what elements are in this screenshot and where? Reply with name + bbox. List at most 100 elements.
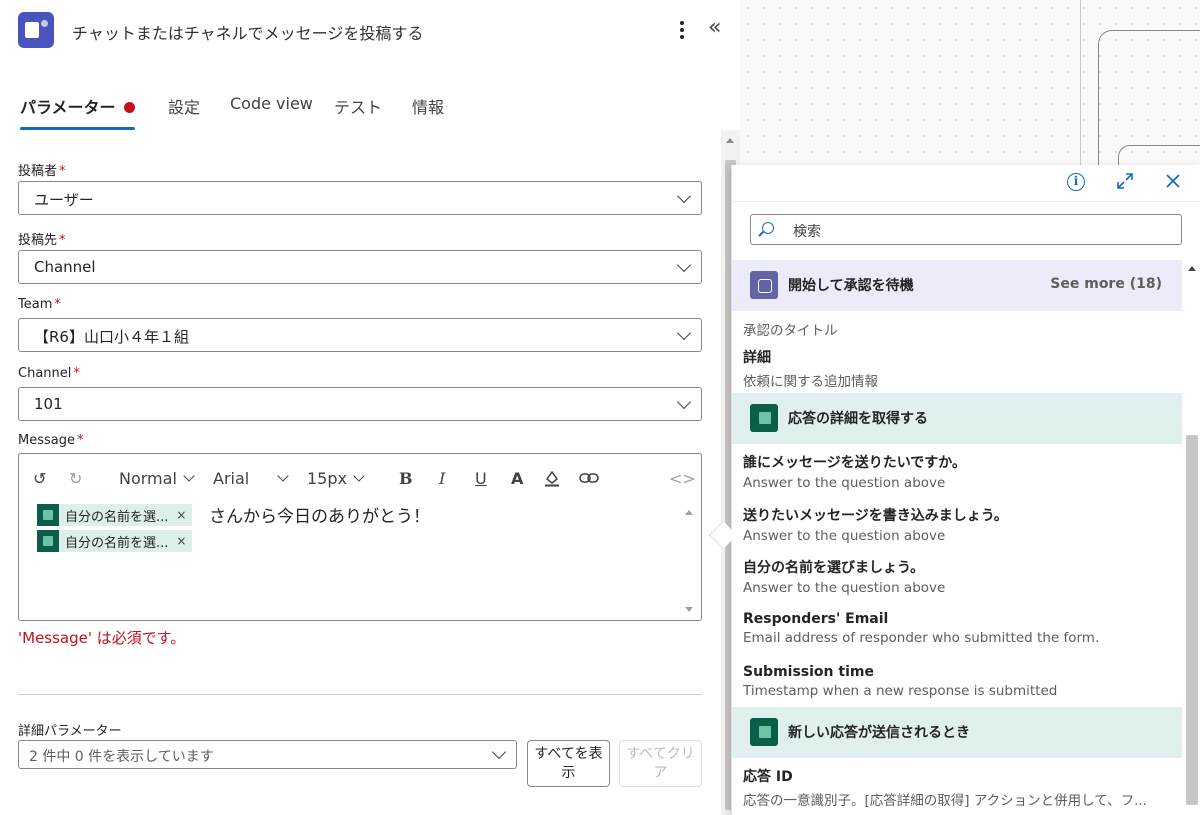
action-title: チャットまたはチャネルでメッセージを投稿する [72,24,424,43]
chevron-down-icon [676,325,692,341]
dynamic-content-search-input[interactable]: 検索 [750,214,1182,245]
message-error-text: 'Message' は必須です。 [18,629,186,647]
dynamic-content-item[interactable]: 送りたいメッセージを書き込みましょう。 Answer to the questi… [743,505,1173,544]
dynamic-token[interactable]: 自分の名前を選... × [37,530,193,552]
font-family-value: Arial [213,468,250,488]
tab-settings[interactable]: 設定 [168,94,200,130]
post-in-value: Channel [34,258,96,276]
dynamic-content-item[interactable]: Submission time Timestamp when a new res… [743,664,1173,699]
more-options-icon[interactable] [672,16,692,44]
section-header-approval[interactable]: 開始して承認を待機 See more (18) [732,260,1182,311]
search-icon [762,222,774,234]
show-all-button[interactable]: すべてを表示 [527,740,610,787]
clear-all-button[interactable]: すべてクリア [619,740,702,787]
tab-parameters[interactable]: パラメーター [20,94,135,130]
underline-icon[interactable]: U [475,466,487,490]
item-description: 依頼に関する追加情報 [743,374,878,390]
message-editor-body[interactable]: 自分の名前を選... × さんから今日のありがとう！ 自分の名前を選... × [19,502,683,620]
highlight-color-icon[interactable] [543,466,561,490]
forms-icon [37,530,59,552]
remove-token-icon[interactable]: × [176,534,186,548]
tab-code-view[interactable]: Code view [230,94,313,130]
item-title: 応答 ID [743,769,793,785]
collapse-panel-icon[interactable]: « [708,15,721,40]
item-title: 送りたいメッセージを書き込みましょう。 [743,508,1008,524]
canvas-connector [1080,0,1081,165]
forms-icon [750,718,778,746]
divider [18,694,702,695]
section-title: 新しい応答が送信されるとき [788,725,970,741]
advanced-params-select[interactable]: 2 件中 0 件を表示しています [18,740,517,769]
link-icon[interactable] [579,466,599,490]
italic-icon[interactable]: I [439,466,445,490]
poster-dropdown[interactable]: ユーザー [18,181,702,215]
message-editor[interactable]: ↺ ↻ Normal Arial 15px B I U A <> 自分の名前を選… [18,453,702,621]
item-description: 承認のタイトル [743,323,838,339]
scroll-up-icon[interactable] [1188,266,1196,271]
item-description: Email address of responder who submitted… [743,630,1100,646]
tab-test[interactable]: テスト [334,94,382,130]
see-more-link[interactable]: See more (18) [1050,276,1162,292]
chevron-down-icon [676,257,692,273]
code-view-icon[interactable]: <> [669,466,696,490]
flyout-scrollbar[interactable] [1182,260,1200,815]
redo-icon[interactable]: ↻ [69,466,82,490]
section-header-response-details[interactable]: 応答の詳細を取得する [732,393,1182,444]
forms-icon [750,404,778,432]
section-title: 応答の詳細を取得する [788,411,928,427]
remove-token-icon[interactable]: × [176,508,186,522]
scroll-down-icon[interactable] [685,607,693,612]
section-header-new-response[interactable]: 新しい応答が送信されるとき [732,707,1182,758]
dynamic-content-item[interactable]: 誰にメッセージを送りたいですか。 Answer to the question … [743,452,1173,491]
dynamic-content-item[interactable]: Responders' Email Email address of respo… [743,611,1173,646]
dynamic-token[interactable]: 自分の名前を選... × [37,504,193,526]
tab-info-label: 情報 [412,98,445,117]
channel-dropdown[interactable]: 101 [18,387,702,421]
token-label: 自分の名前を選... [65,509,169,525]
tab-info[interactable]: 情報 [412,94,444,130]
poster-value: ユーザー [34,191,94,209]
tab-test-label: テスト [334,98,383,117]
forms-icon [37,504,59,526]
close-icon[interactable] [1163,171,1183,196]
expand-icon[interactable] [1115,171,1135,196]
scroll-up-icon[interactable] [685,510,693,515]
undo-icon[interactable]: ↺ [33,466,46,490]
error-dot-icon [123,102,135,113]
item-title: 詳細 [743,350,771,366]
message-label: Message * [18,433,84,448]
scroll-up-icon[interactable] [726,138,734,143]
font-size-value: 15px [307,468,347,488]
item-description: Answer to the question above [743,475,946,491]
paragraph-style-select[interactable]: Normal [119,466,195,490]
dynamic-content-item[interactable]: 応答 ID 応答の一意識別子。[応答詳細の取得] アクションと併用して、フ... [743,766,1173,809]
scrollbar-thumb[interactable] [1186,435,1198,805]
tab-code-view-label: Code view [230,94,313,113]
chevron-down-icon [491,744,507,760]
team-dropdown[interactable]: 【R6】山口小４年１組 [18,318,702,352]
active-tab-indicator [20,127,135,130]
dynamic-content-item[interactable]: 詳細 依頼に関する追加情報 [743,347,1173,390]
item-title: 自分の名前を選びましょう。 [743,560,925,576]
dynamic-content-item[interactable]: 承認のタイトル [743,316,1173,339]
action-config-panel: チャットまたはチャネルでメッセージを投稿する « パラメーター 設定 Code … [0,0,740,815]
chevron-down-icon [183,469,195,482]
font-size-select[interactable]: 15px [307,466,365,490]
item-description: Timestamp when a new response is submitt… [743,683,1058,699]
post-in-label: 投稿先 * [18,233,66,248]
tab-bar: パラメーター 設定 Code view テスト 情報 [0,86,700,132]
chevron-down-icon [277,469,289,482]
font-color-icon[interactable]: A [511,466,523,490]
chevron-down-icon [676,188,692,204]
info-icon[interactable]: i [1067,173,1085,191]
dynamic-content-item[interactable]: 自分の名前を選びましょう。 Answer to the question abo… [743,557,1173,596]
bold-icon[interactable]: B [399,466,413,490]
chevron-down-icon [353,469,365,482]
section-title: 開始して承認を待機 [788,278,914,294]
advanced-params-value: 2 件中 0 件を表示しています [29,749,214,765]
post-in-dropdown[interactable]: Channel [18,250,702,284]
item-title: Responders' Email [743,611,889,627]
dynamic-content-flyout: i 検索 開始して承認を待機 See more (18) 承認のタイトル 詳細 … [731,165,1200,815]
item-title: 誰にメッセージを送りたいですか。 [743,455,967,471]
font-family-select[interactable]: Arial [213,466,289,490]
